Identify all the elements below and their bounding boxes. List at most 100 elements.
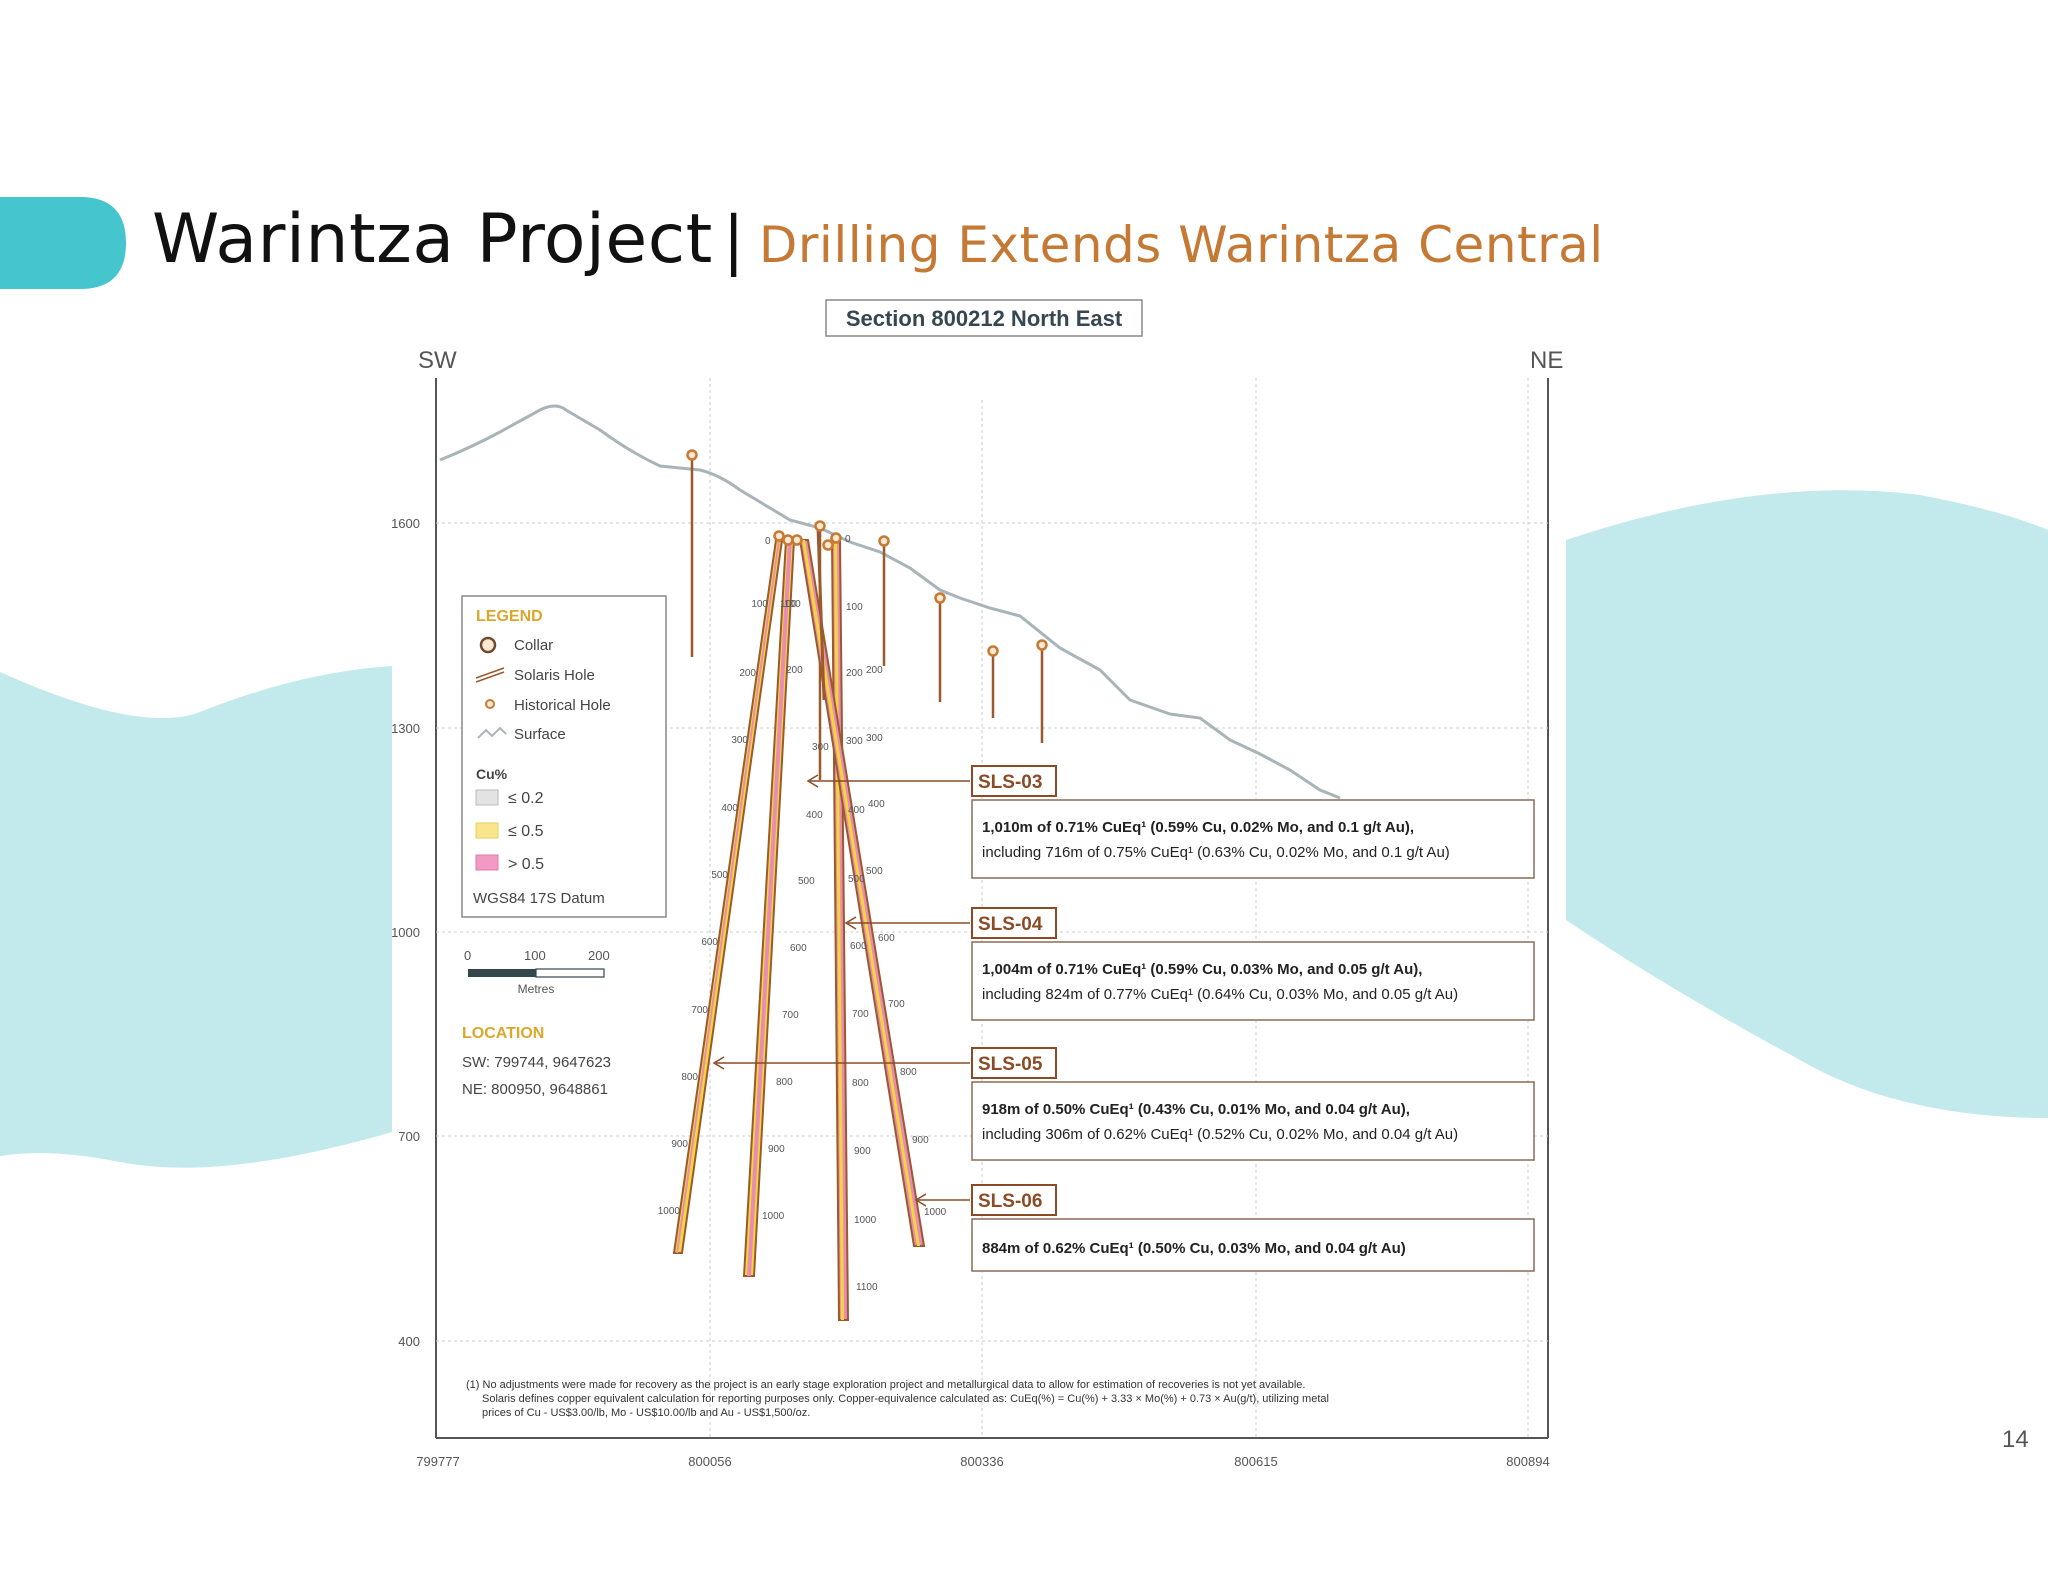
collar-zero-label: 0 [845, 534, 851, 545]
sw-label: SW [418, 347, 457, 374]
depth-label: 1000 [924, 1207, 947, 1218]
legend-solaris-hole-label: Solaris Hole [514, 667, 595, 684]
legend-collar-label: Collar [514, 637, 553, 654]
scale-label-0: 0 [464, 948, 471, 963]
depth-label: 600 [701, 937, 718, 948]
depth-label: 1000 [762, 1211, 785, 1222]
hole-id-label: SLS-05 [978, 1054, 1043, 1075]
legend-datum: WGS84 17S Datum [473, 890, 605, 907]
scale-label-100: 100 [524, 948, 546, 963]
depth-label: 100 [784, 599, 801, 610]
scale-label-200: 200 [588, 948, 610, 963]
y-tick-400: 400 [398, 1334, 420, 1349]
depth-label: 500 [798, 876, 815, 887]
result-box [971, 1081, 1535, 1161]
collar-marker [686, 449, 698, 461]
footnote-line-1: (1) No adjustments were made for recover… [466, 1379, 1305, 1391]
legend-cu-mid-label: ≤ 0.5 [508, 823, 544, 840]
legend-cu-low-swatch [475, 789, 499, 806]
x-tick-800894: 800894 [1506, 1454, 1549, 1469]
depth-label: 200 [739, 668, 756, 679]
y-tick-700: 700 [398, 1129, 420, 1144]
depth-label: 400 [721, 803, 738, 814]
depth-label: 900 [671, 1139, 688, 1150]
collar-marker [782, 534, 794, 546]
collar-marker [822, 539, 834, 551]
hole-id-label: SLS-06 [978, 1191, 1042, 1212]
legend-collar-icon [479, 636, 497, 654]
legend-cu-mid-swatch [475, 822, 499, 839]
scale-unit: Metres [518, 982, 555, 996]
depth-label: 700 [852, 1009, 869, 1020]
collar-marker [773, 530, 785, 542]
result-line-2: including 824m of 0.77% CuEq¹ (0.64% Cu,… [982, 986, 1458, 1003]
depth-label: 700 [782, 1010, 799, 1021]
legend-surface-label: Surface [514, 726, 566, 743]
collar-marker [1036, 639, 1048, 651]
x-tick-799777: 799777 [416, 1454, 459, 1469]
legend-historical-hole-label: Historical Hole [514, 697, 611, 714]
legend-cu-high-swatch [475, 854, 499, 871]
legend-title: LEGEND [476, 608, 543, 625]
depth-label: 600 [790, 943, 807, 954]
depth-label: 800 [852, 1078, 869, 1089]
y-tick-1300: 1300 [391, 721, 420, 736]
depth-label: 200 [846, 668, 863, 679]
depth-label: 300 [731, 735, 748, 746]
location-ne: NE: 800950, 9648861 [462, 1081, 608, 1098]
result-line-1: 884m of 0.62% CuEq¹ (0.50% Cu, 0.03% Mo,… [982, 1240, 1406, 1257]
depth-label: 1000 [658, 1206, 681, 1217]
legend-cu-title: Cu% [476, 766, 508, 782]
depth-label: 500 [848, 874, 865, 885]
collar-marker [934, 592, 946, 604]
cross-section-diagram: SW NE 1600 1300 1000 700 400 799777 8000… [391, 299, 1564, 1469]
collar-marker [987, 645, 999, 657]
collar-marker [814, 520, 826, 532]
depth-label: 700 [888, 999, 905, 1010]
collar-zero-label: 0 [765, 536, 771, 547]
depth-label: 600 [850, 941, 867, 952]
x-tick-labels: 799777 800056 800336 800615 800894 [416, 1454, 1549, 1469]
depth-label: 300 [812, 742, 829, 753]
depth-label: 400 [806, 810, 823, 821]
depth-label: 900 [912, 1135, 929, 1146]
legend-cu-high-label: > 0.5 [508, 856, 544, 873]
depth-label: 800 [776, 1077, 793, 1088]
legend-historical-hole-icon [485, 699, 495, 709]
depth-label: 400 [848, 805, 865, 816]
depth-label: 800 [900, 1067, 917, 1078]
depth-label: 1000 [854, 1215, 877, 1226]
result-line-2: including 716m of 0.75% CuEq¹ (0.63% Cu,… [982, 844, 1450, 861]
hole-id-label: SLS-03 [978, 772, 1042, 793]
x-tick-800615: 800615 [1234, 1454, 1277, 1469]
depth-label: 900 [768, 1144, 785, 1155]
footnote-line-2: Solaris defines copper equivalent calcul… [482, 1393, 1329, 1405]
result-box [971, 941, 1535, 1021]
scale-bar-light [535, 968, 605, 978]
depth-label: 900 [854, 1146, 871, 1157]
depth-label: 100 [846, 602, 863, 613]
depth-label: 300 [866, 733, 883, 744]
collar-marker [830, 532, 842, 544]
ne-label: NE [1530, 347, 1563, 374]
location-title: LOCATION [462, 1025, 544, 1042]
depth-label: 400 [868, 799, 885, 810]
legend-cu-low-label: ≤ 0.2 [508, 790, 544, 807]
result-line-1: 1,004m of 0.71% CuEq¹ (0.59% Cu, 0.03% M… [982, 961, 1422, 978]
scale-bar-dark [468, 969, 536, 977]
page-number: 14 [2002, 1426, 2029, 1453]
y-tick-1600: 1600 [391, 516, 420, 531]
result-line-1: 1,010m of 0.71% CuEq¹ (0.59% Cu, 0.02% M… [982, 819, 1414, 836]
depth-label: 100 [751, 599, 768, 610]
depth-label: 800 [681, 1072, 698, 1083]
depth-label: 500 [711, 870, 728, 881]
section-title: Section 800212 North East [846, 306, 1123, 331]
depth-label: 300 [846, 736, 863, 747]
result-box [971, 799, 1535, 879]
location-sw: SW: 799744, 9647623 [462, 1054, 611, 1071]
depth-label: 700 [691, 1005, 708, 1016]
hole-id-label: SLS-04 [978, 914, 1043, 935]
result-line-2: including 306m of 0.62% CuEq¹ (0.52% Cu,… [982, 1126, 1458, 1143]
result-line-1: 918m of 0.50% CuEq¹ (0.43% Cu, 0.01% Mo,… [982, 1101, 1410, 1118]
depth-label: 1100 [856, 1282, 878, 1293]
